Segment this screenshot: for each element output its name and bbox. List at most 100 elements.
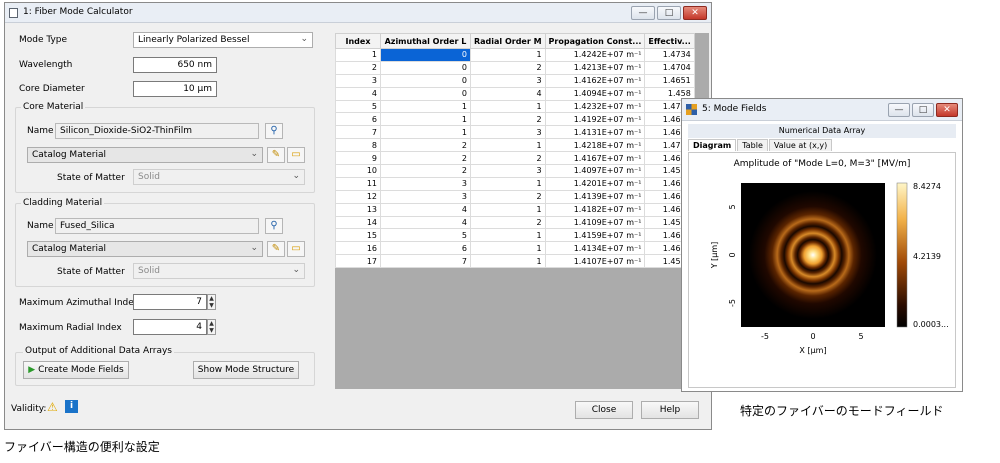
table-cell[interactable]: 3 xyxy=(335,73,381,88)
info-icon[interactable]: i xyxy=(65,400,78,413)
max-azimuthal-input[interactable]: 7 xyxy=(133,294,207,310)
table-cell[interactable]: 2 xyxy=(470,151,546,166)
mode-field-plot[interactable]: Amplitude of "Mode L=0, M=3" [MV/m] -5 0… xyxy=(689,153,955,387)
table-row[interactable]: 13 4 1 1.4182E+07 m⁻¹ 1.4671 xyxy=(335,202,695,217)
table-cell[interactable]: 1.4134E+07 m⁻¹ xyxy=(544,241,646,256)
table-cell[interactable]: 1.4182E+07 m⁻¹ xyxy=(544,202,646,217)
table-cell[interactable]: 2 xyxy=(380,138,471,153)
table-cell[interactable]: 6 xyxy=(335,112,381,127)
table-cell[interactable]: 0 xyxy=(380,60,471,75)
table-cell[interactable]: 4 xyxy=(380,215,471,230)
table-cell[interactable]: 5 xyxy=(380,228,471,243)
table-cell[interactable]: 3 xyxy=(470,73,546,88)
table-cell[interactable]: 4 xyxy=(335,86,381,101)
table-cell[interactable]: 1.4131E+07 m⁻¹ xyxy=(544,125,646,140)
max-radial-spinner[interactable]: ▲ ▼ xyxy=(207,319,216,335)
table-cell[interactable]: 2 xyxy=(470,112,546,127)
table-cell[interactable]: 13 xyxy=(335,202,381,217)
cladding-open-folder-icon[interactable]: ▭ xyxy=(287,241,305,257)
table-cell[interactable]: 12 xyxy=(335,189,381,204)
table-row[interactable]: 16 6 1 1.4134E+07 m⁻¹ 1.4622 xyxy=(335,241,695,256)
table-cell[interactable]: 1.4139E+07 m⁻¹ xyxy=(544,189,646,204)
table-row[interactable]: 11 3 1 1.4201E+07 m⁻¹ 1.4691 xyxy=(335,176,695,191)
table-cell[interactable]: 16 xyxy=(335,241,381,256)
table-cell[interactable]: 4 xyxy=(470,86,546,101)
table-cell[interactable]: 17 xyxy=(335,254,381,269)
table-cell[interactable]: 3 xyxy=(470,125,546,140)
cladding-search-icon[interactable]: ⚲ xyxy=(265,218,283,234)
wavelength-input[interactable]: 650 nm xyxy=(133,57,217,73)
table-cell[interactable]: 1.4734 xyxy=(644,48,695,62)
table-cell[interactable]: 7 xyxy=(335,125,381,140)
table-cell[interactable]: 3 xyxy=(380,176,471,191)
table-cell[interactable]: 1 xyxy=(470,228,546,243)
table-row[interactable]: 7 1 3 1.4131E+07 m⁻¹ 1.4618 xyxy=(335,125,695,140)
col-header-azimuthal-order[interactable]: Azimuthal Order L xyxy=(380,33,471,49)
table-cell[interactable]: 1.4651 xyxy=(644,73,695,88)
table-row[interactable]: 15 5 1 1.4159E+07 m⁻¹ 1.4648 xyxy=(335,228,695,243)
table-cell[interactable]: 2 xyxy=(470,60,546,75)
help-button[interactable]: Help xyxy=(641,401,699,419)
table-cell[interactable]: 1 xyxy=(470,176,546,191)
table-cell[interactable]: 1 xyxy=(380,112,471,127)
table-row[interactable]: 3 0 3 1.4162E+07 m⁻¹ 1.4651 xyxy=(335,73,695,88)
core-open-folder-icon[interactable]: ▭ xyxy=(287,147,305,163)
table-cell[interactable]: 1.4232E+07 m⁻¹ xyxy=(544,99,646,114)
table-cell[interactable]: 1 xyxy=(470,241,546,256)
table-cell[interactable]: 1.4167E+07 m⁻¹ xyxy=(544,151,646,166)
cladding-name-field[interactable]: Fused_Silica xyxy=(55,218,259,234)
tab-table[interactable]: Table xyxy=(737,139,768,151)
table-cell[interactable]: 11 xyxy=(335,176,381,191)
table-cell[interactable]: 1.4109E+07 m⁻¹ xyxy=(544,215,646,230)
mf-minimize-button[interactable]: — xyxy=(888,103,910,117)
table-row[interactable]: 2 0 2 1.4213E+07 m⁻¹ 1.4704 xyxy=(335,60,695,75)
table-cell[interactable]: 1 xyxy=(470,99,546,114)
tab-value-at-xy[interactable]: Value at (x,y) xyxy=(768,139,833,151)
create-mode-fields-button[interactable]: ▶ Create Mode Fields xyxy=(23,361,129,379)
table-cell[interactable]: 1.4201E+07 m⁻¹ xyxy=(544,176,646,191)
col-header-index[interactable]: Index xyxy=(335,33,381,49)
table-row[interactable]: 5 1 1 1.4232E+07 m⁻¹ 1.4723 xyxy=(335,99,695,114)
max-radial-input[interactable]: 4 xyxy=(133,319,207,335)
mf-close-button[interactable]: ✕ xyxy=(936,103,958,117)
table-cell[interactable]: 2 xyxy=(380,164,471,178)
table-cell[interactable]: 2 xyxy=(470,215,546,230)
table-row[interactable]: 1 0 1 1.4242E+07 m⁻¹ 1.4734 xyxy=(335,48,695,62)
table-cell[interactable]: 3 xyxy=(470,164,546,178)
table-cell[interactable]: 8 xyxy=(335,138,381,153)
table-cell[interactable]: 2 xyxy=(335,60,381,75)
cladding-catalog-select[interactable]: Catalog Material ⌄ xyxy=(27,241,263,257)
table-cell[interactable]: 0 xyxy=(380,86,471,101)
core-name-field[interactable]: Silicon_Dioxide-SiO2-ThinFilm xyxy=(55,123,259,139)
modes-table[interactable]: Index Azimuthal Order L Radial Order M P… xyxy=(335,33,695,269)
table-cell[interactable]: 15 xyxy=(335,228,381,243)
table-cell[interactable]: 9 xyxy=(335,151,381,166)
core-edit-pencil-icon[interactable]: ✎ xyxy=(267,147,285,163)
core-diameter-input[interactable]: 10 µm xyxy=(133,81,217,97)
col-header-effective-index[interactable]: Effectiv... xyxy=(644,33,695,49)
show-mode-structure-button[interactable]: Show Mode Structure xyxy=(193,361,299,379)
table-row[interactable]: 10 2 3 1.4097E+07 m⁻¹ 1.4584 xyxy=(335,164,695,178)
col-header-radial-order[interactable]: Radial Order M xyxy=(470,33,546,49)
table-cell[interactable]: 1.4218E+07 m⁻¹ xyxy=(544,138,646,153)
table-cell[interactable]: 1.4159E+07 m⁻¹ xyxy=(544,228,646,243)
tab-diagram[interactable]: Diagram xyxy=(688,139,737,151)
table-cell[interactable]: 0 xyxy=(380,73,471,88)
table-cell[interactable]: 4 xyxy=(380,202,471,217)
table-cell[interactable]: 7 xyxy=(380,254,471,269)
table-cell[interactable]: 1 xyxy=(470,48,546,62)
table-cell[interactable]: 5 xyxy=(335,99,381,114)
table-cell[interactable]: 1.4097E+07 m⁻¹ xyxy=(544,164,646,178)
table-row[interactable]: 12 3 2 1.4139E+07 m⁻¹ 1.4627 xyxy=(335,189,695,204)
core-search-icon[interactable]: ⚲ xyxy=(265,123,283,139)
table-row[interactable]: 14 4 2 1.4109E+07 m⁻¹ 1.4596 xyxy=(335,215,695,230)
table-cell[interactable]: 1.4094E+07 m⁻¹ xyxy=(544,86,646,101)
table-cell[interactable]: 1.4213E+07 m⁻¹ xyxy=(544,60,646,75)
table-row[interactable]: 17 7 1 1.4107E+07 m⁻¹ 1.4593 xyxy=(335,254,695,269)
table-row[interactable]: 6 1 2 1.4192E+07 m⁻¹ 1.4681 xyxy=(335,112,695,127)
table-cell[interactable]: 1.4242E+07 m⁻¹ xyxy=(544,48,646,62)
table-cell[interactable]: 1 xyxy=(335,48,381,62)
core-catalog-select[interactable]: Catalog Material ⌄ xyxy=(27,147,263,163)
warning-icon[interactable]: ⚠ xyxy=(47,400,58,414)
table-cell[interactable]: 1.4192E+07 m⁻¹ xyxy=(544,112,646,127)
